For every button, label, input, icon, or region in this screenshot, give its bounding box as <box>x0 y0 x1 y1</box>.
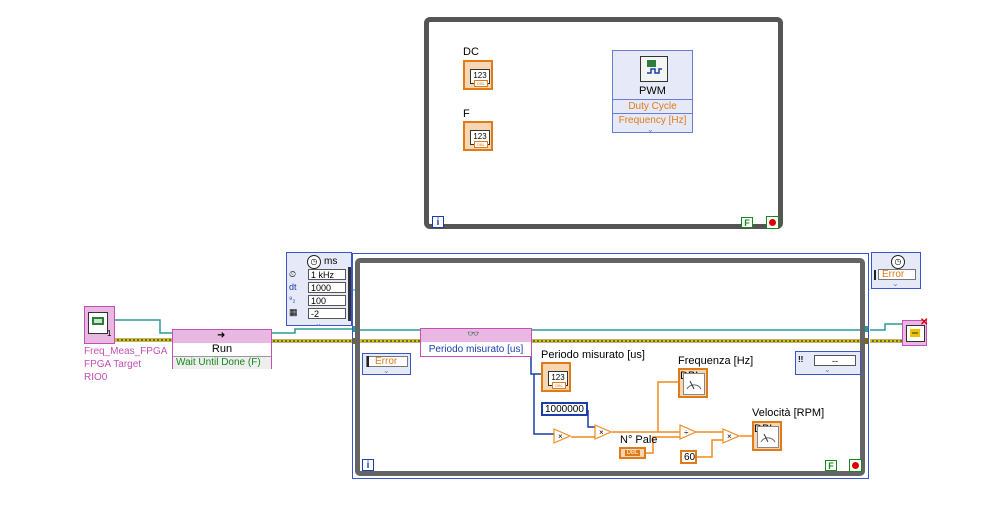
right-output-node[interactable]: !! -- ⌄ <box>795 351 861 375</box>
fpga-reference-node[interactable]: 1 <box>84 306 115 344</box>
freq-gauge-indicator[interactable]: DBL <box>678 368 708 398</box>
freq-label: Frequenza [Hz] <box>678 355 754 367</box>
output-error-marker <box>874 270 876 280</box>
timed-loop-stop-terminal[interactable] <box>849 459 862 472</box>
refnum-wire-5 <box>870 323 903 331</box>
config-expand-icon[interactable]: ⌄ <box>315 319 322 328</box>
refnum-wire-2 <box>271 328 356 334</box>
speed-gauge-indicator[interactable]: DBL <box>752 421 782 451</box>
priority-icon: ⁹₂ <box>289 295 296 304</box>
n-pale-label: N° Pale <box>620 434 658 446</box>
run-invoke-node[interactable]: ➜ Run Wait Until Done (F) <box>172 329 272 369</box>
freq-gauge-icon <box>683 373 705 395</box>
output-clock-icon: ◷ <box>891 255 905 269</box>
svg-text:×: × <box>599 428 604 437</box>
top-loop-stop-terminal[interactable] <box>766 216 779 229</box>
top-loop-false-constant[interactable]: F <box>741 217 753 228</box>
timed-loop-inner-frame <box>355 258 865 476</box>
fpga-ref-corner: 1 <box>107 329 112 338</box>
processor-icon: ▦ <box>289 307 298 317</box>
f-control[interactable]: 123 DBL <box>463 121 493 151</box>
fpga-ref-line-1: Freq_Meas_FPGA <box>84 346 168 357</box>
top-loop-iteration-terminal: i <box>432 216 444 228</box>
pwm-express-node[interactable]: PWM Duty Cycle Frequency [Hz] ⌄ <box>612 50 693 134</box>
read-node-header: 👓 <box>421 329 531 342</box>
multiply-node-1[interactable]: × <box>553 428 571 444</box>
divide-node[interactable]: ÷ <box>679 424 697 440</box>
svg-text:×: × <box>558 432 563 441</box>
periodo-label: Periodo misurato [us] <box>541 349 645 361</box>
close-x-icon: ✕ <box>920 317 929 328</box>
timed-loop-processor[interactable]: -2 <box>308 308 346 319</box>
fpga-ref-line-2: FPGA Target <box>84 359 142 370</box>
pwm-duty-cycle-input[interactable]: Duty Cycle <box>613 99 692 113</box>
timed-loop-source[interactable]: 1 kHz <box>308 269 346 280</box>
fpga-ref-line-3: RIO0 <box>84 372 108 383</box>
output-expand-icon[interactable]: ⌄ <box>892 279 899 288</box>
timed-loop-unit: ms <box>324 256 338 267</box>
n-pale-tag: DBL <box>624 450 641 456</box>
f-control-tag: DBL <box>474 141 488 148</box>
pwm-icon <box>640 56 668 82</box>
timed-loop-period[interactable]: 1000 <box>308 282 346 293</box>
timed-loop-input-node[interactable]: ◷ ms ⏲ 1 kHz dt 1000 ⁹₂ 100 ▦ -2 ⌄ <box>286 252 352 328</box>
khz-icon: ⏲ <box>289 269 297 279</box>
periodo-indicator-tag: DBL <box>552 382 566 389</box>
n-pale-control[interactable]: DBL <box>619 447 646 459</box>
const-1000000[interactable]: 1000000 <box>541 402 588 416</box>
periodo-indicator[interactable]: 123 DBL <box>541 362 571 392</box>
right-output-marker: !! <box>798 355 804 364</box>
pwm-expand-icon[interactable]: ⌄ <box>647 125 654 134</box>
speed-label: Velocità [RPM] <box>752 407 825 419</box>
right-output-field[interactable]: -- <box>814 355 856 366</box>
left-error-node[interactable]: Error ⌄ <box>362 353 411 375</box>
speed-gauge-icon <box>757 426 779 448</box>
timed-loop-priority[interactable]: 100 <box>308 295 346 306</box>
close-fpga-reference-node[interactable]: ✕ <box>902 317 929 346</box>
arrow-right-icon: ➜ <box>217 330 226 341</box>
clock-icon: ◷ <box>307 255 321 269</box>
read-node-item[interactable]: Periodo misurato [us] <box>421 343 531 356</box>
dc-control[interactable]: 123 DBL <box>463 60 493 90</box>
run-node-title: Run <box>211 343 233 355</box>
timed-loop-iteration-terminal: i <box>362 459 374 471</box>
dc-control-tag: DBL <box>474 80 488 87</box>
svg-text:×: × <box>727 432 732 441</box>
timed-loop-false-constant[interactable]: F <box>825 460 837 471</box>
multiply-node-2[interactable]: × <box>722 428 740 444</box>
right-output-expand-icon[interactable]: ⌄ <box>824 365 831 374</box>
dc-label: DC <box>463 46 479 58</box>
f-label: F <box>463 108 470 120</box>
fpga-chip-icon <box>88 312 108 334</box>
config-side-bar <box>348 267 351 321</box>
left-error-expand-icon[interactable]: ⌄ <box>383 366 390 375</box>
fpga-read-node[interactable]: 👓 Periodo misurato [us] <box>420 328 532 357</box>
reciprocal-node[interactable]: × <box>594 424 612 440</box>
left-error-marker <box>367 356 369 367</box>
timed-loop-output-node[interactable]: ◷ Error ⌄ <box>871 252 921 289</box>
const-60[interactable]: 60 <box>680 450 697 464</box>
dt-icon: dt <box>289 282 297 292</box>
run-node-header: ➜ <box>173 330 271 343</box>
glasses-icon: 👓 <box>467 329 480 340</box>
pwm-title: PWM <box>639 85 666 97</box>
refnum-wire-1 <box>115 319 174 334</box>
run-node-option[interactable]: Wait Until Done (F) <box>173 356 271 369</box>
svg-text:÷: ÷ <box>684 428 689 437</box>
